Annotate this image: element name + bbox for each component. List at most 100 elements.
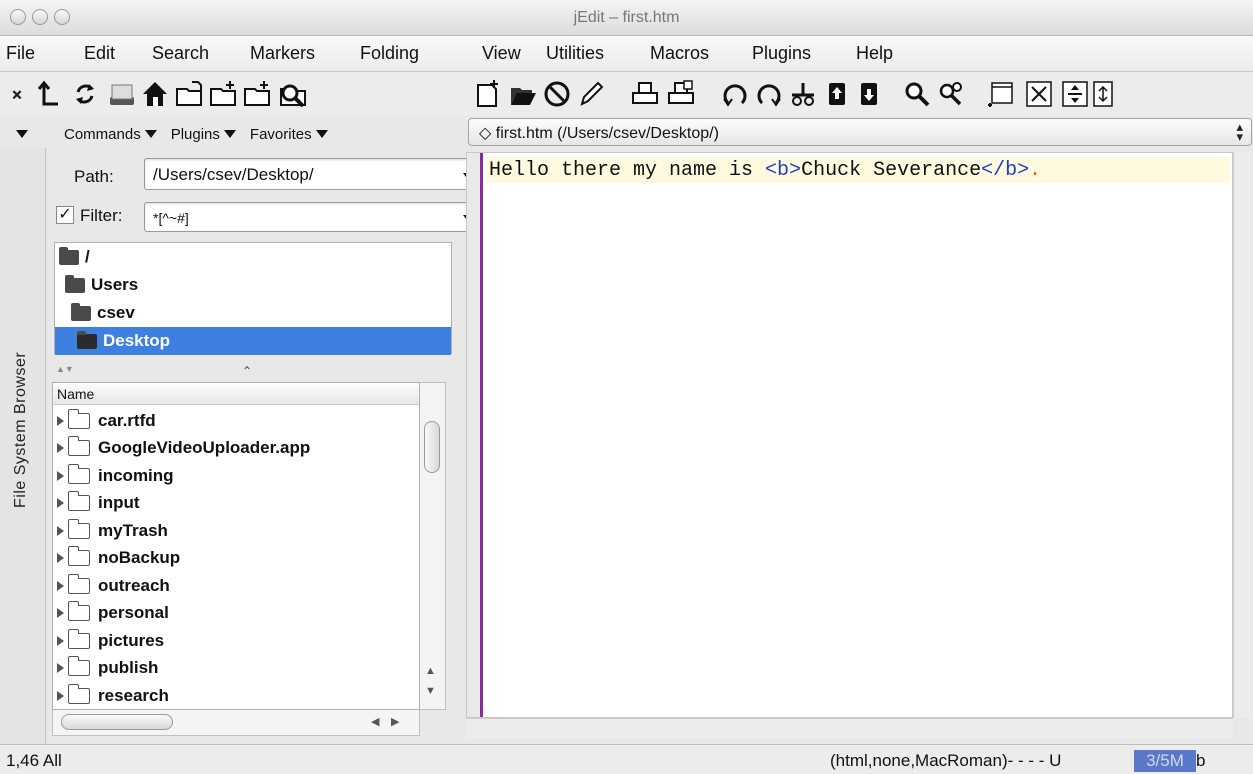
file-row[interactable]: pictures	[53, 627, 164, 654]
scroll-right-icon[interactable]: ▶	[391, 715, 399, 728]
dock-tab-bar: File System Browser	[0, 148, 46, 758]
search-icon[interactable]	[276, 78, 310, 110]
file-name: car.rtfd	[98, 410, 156, 430]
sort-arrows-icon: ▲▼	[56, 364, 74, 374]
paste-icon[interactable]	[852, 78, 886, 110]
filter-checkbox[interactable]: ✓	[56, 206, 74, 224]
dock-menu-icon[interactable]	[16, 130, 28, 138]
expand-triangle-icon[interactable]	[57, 608, 64, 618]
file-name: input	[98, 493, 140, 512]
commands-menu[interactable]: Commands	[64, 126, 157, 143]
file-row[interactable]: publish	[53, 655, 158, 682]
undo-icon[interactable]	[718, 78, 752, 110]
new-file-icon[interactable]	[206, 78, 240, 110]
pane-splitter[interactable]: ▲▼ ⌃	[54, 364, 452, 378]
file-name: personal	[98, 603, 169, 622]
file-list-vertical-scrollbar[interactable]: ▲ ▼	[420, 382, 446, 710]
expand-triangle-icon[interactable]	[57, 443, 64, 453]
reload-icon[interactable]	[68, 78, 102, 110]
file-row[interactable]: car.rtfd	[53, 407, 156, 434]
copy-icon[interactable]	[820, 78, 854, 110]
tree-item-desktop[interactable]: Desktop	[55, 327, 451, 355]
file-name: noBackup	[98, 548, 181, 567]
menu-search[interactable]: Search	[152, 43, 209, 64]
menu-help[interactable]: Help	[856, 43, 893, 64]
file-row[interactable]: incoming	[53, 462, 174, 489]
file-row[interactable]: GoogleVideoUploader.app	[53, 435, 310, 462]
menu-macros[interactable]: Macros	[650, 43, 709, 64]
page-setup-icon[interactable]	[664, 78, 698, 110]
scroll-left-icon[interactable]: ◀	[371, 715, 379, 728]
file-name: pictures	[98, 630, 165, 650]
browser-command-row: Commands Plugins Favorites	[16, 120, 328, 148]
path-combo[interactable]: /Users/csev/Desktop/	[144, 158, 490, 190]
file-name: publish	[98, 658, 159, 677]
tree-item-users[interactable]: Users	[55, 271, 451, 299]
parent-directory-icon[interactable]	[32, 78, 66, 110]
close-file-icon[interactable]	[540, 78, 574, 110]
file-row[interactable]: outreach	[53, 572, 170, 599]
expand-triangle-icon[interactable]	[57, 553, 64, 563]
expand-triangle-icon[interactable]	[57, 525, 64, 536]
find-icon[interactable]	[900, 78, 934, 110]
open-file-icon[interactable]	[506, 78, 540, 110]
column-header-name[interactable]: Name	[53, 383, 419, 405]
expand-triangle-icon[interactable]	[57, 663, 64, 673]
menu-markers[interactable]: Markers	[250, 43, 315, 64]
new-directory-icon[interactable]	[240, 78, 274, 110]
close-dock-icon[interactable]	[6, 78, 28, 110]
tree-item-root[interactable]: /	[55, 243, 451, 271]
menu-view[interactable]: View	[482, 43, 521, 64]
folder-icon	[68, 518, 90, 539]
menu-folding[interactable]: Folding	[360, 43, 419, 64]
filter-combo[interactable]: *[^~#]	[144, 202, 490, 232]
dock-tab-file-system-browser[interactable]: File System Browser	[12, 352, 30, 508]
scrollbar-thumb[interactable]	[424, 421, 440, 473]
tree-item-csev[interactable]: csev	[55, 299, 451, 327]
split-icon[interactable]	[1022, 78, 1056, 110]
memory-status[interactable]: 3/5M	[1134, 750, 1196, 772]
code-line-1: Hello there my name is <b>Chuck Severanc…	[489, 159, 1042, 182]
file-list-horizontal-scrollbar[interactable]: ◀ ▶	[52, 710, 420, 736]
plugins-menu[interactable]: Plugins	[171, 126, 236, 143]
menu-file[interactable]: File	[6, 43, 35, 64]
editor-vertical-scrollbar[interactable]	[1233, 152, 1251, 718]
expand-triangle-icon[interactable]	[57, 690, 64, 701]
expand-triangle-icon[interactable]	[57, 415, 64, 426]
find-next-icon[interactable]	[934, 78, 968, 110]
file-row[interactable]: noBackup	[53, 545, 180, 572]
scroll-down-icon[interactable]: ▼	[425, 685, 436, 697]
expand-triangle-icon[interactable]	[57, 470, 64, 481]
scroll-icon[interactable]	[1092, 78, 1114, 110]
roots-icon[interactable]	[104, 78, 138, 110]
unsplit-icon[interactable]	[1058, 78, 1092, 110]
memory-status-tail: b	[1196, 751, 1206, 770]
favorites-menu[interactable]: Favorites	[250, 126, 328, 143]
new-file-icon[interactable]	[172, 78, 206, 110]
file-row[interactable]: input	[53, 490, 140, 517]
window-icon[interactable]	[984, 78, 1018, 110]
file-row[interactable]: myTrash	[53, 517, 168, 544]
file-row[interactable]: research	[53, 682, 169, 709]
menu-plugins[interactable]: Plugins	[752, 43, 811, 64]
caret-position: 1,46 All	[6, 751, 62, 770]
expand-triangle-icon[interactable]	[57, 580, 64, 591]
buffer-switcher[interactable]: ◇ first.htm (/Users/csev/Desktop/) ▴ ▾	[468, 118, 1252, 146]
scroll-up-icon[interactable]: ▲	[425, 665, 436, 677]
menu-utilities[interactable]: Utilities	[546, 43, 604, 64]
text-area[interactable]: Hello there my name is <b>Chuck Severanc…	[466, 152, 1233, 718]
expand-triangle-icon[interactable]	[57, 498, 64, 508]
home-icon[interactable]	[138, 78, 172, 110]
expand-triangle-icon[interactable]	[57, 635, 64, 646]
file-row[interactable]: personal	[53, 600, 169, 627]
scrollbar-thumb[interactable]	[61, 714, 173, 730]
cut-icon[interactable]	[786, 78, 820, 110]
editor-horizontal-scrollbar[interactable]	[466, 718, 1233, 738]
redo-icon[interactable]	[752, 78, 786, 110]
directory-tree: / Users csev Desktop	[54, 242, 452, 355]
gutter	[467, 153, 483, 717]
new-file-icon[interactable]	[470, 78, 504, 110]
print-icon[interactable]	[628, 78, 662, 110]
edit-icon[interactable]	[574, 78, 608, 110]
menu-edit[interactable]: Edit	[84, 43, 115, 64]
